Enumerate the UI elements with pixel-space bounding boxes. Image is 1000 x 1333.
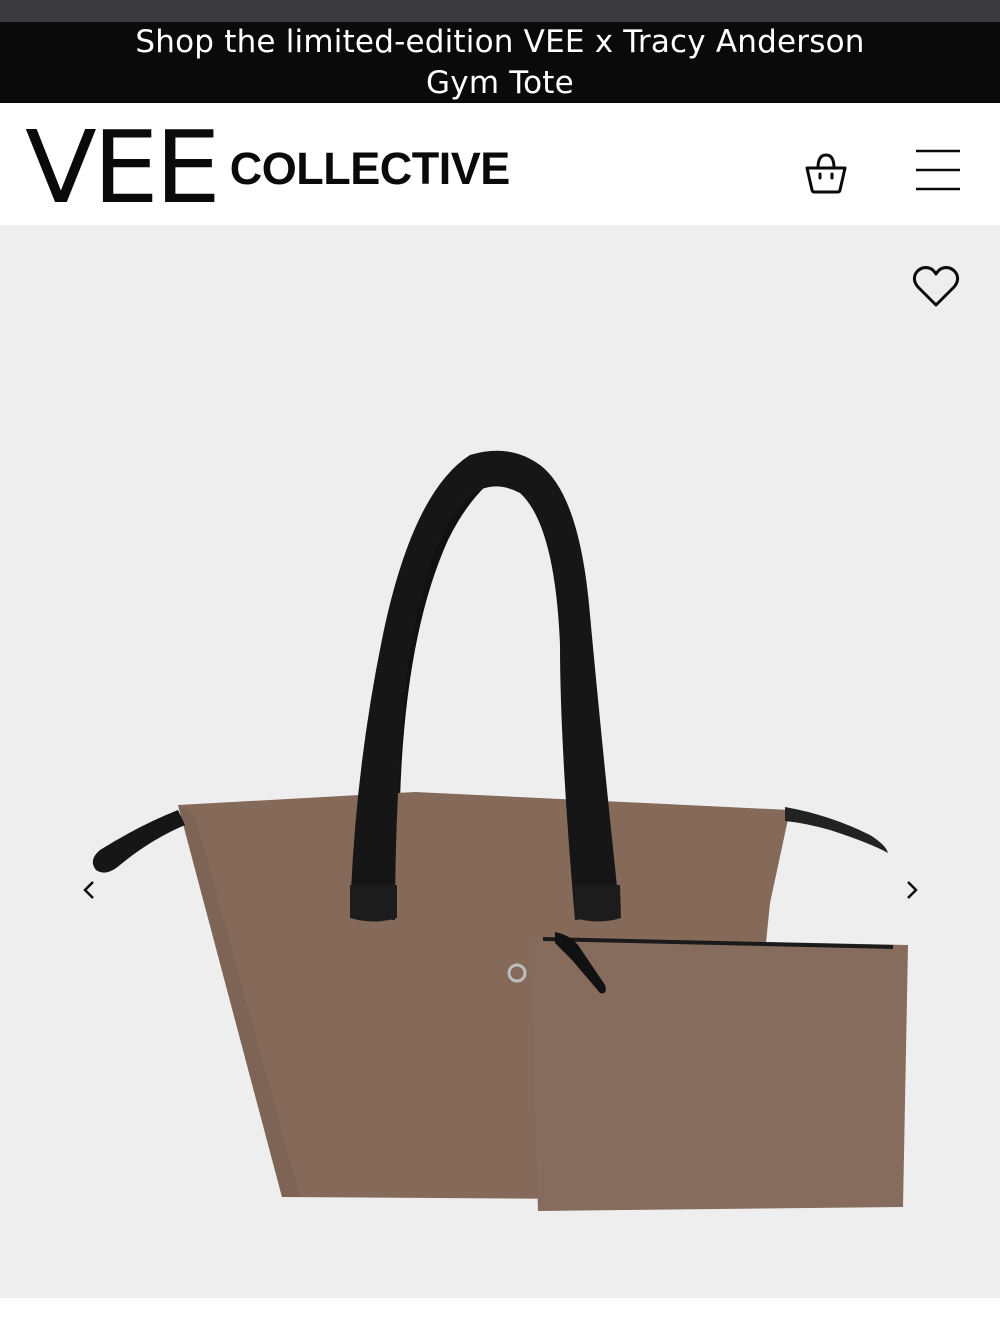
product-image[interactable] [0, 225, 1000, 1298]
logo-primary: VEE [25, 109, 221, 226]
promo-link[interactable]: Shop the limited-edition VEE x Tracy And… [110, 22, 890, 104]
promo-banner[interactable]: Shop the limited-edition VEE x Tracy And… [0, 22, 1000, 103]
logo-secondary: COLLECTIVE [229, 143, 511, 194]
chevron-right-icon [907, 881, 918, 899]
product-image-gallery[interactable] [0, 225, 1000, 1298]
site-header: VEE COLLECTIVE [0, 103, 1000, 225]
menu-button[interactable] [912, 147, 964, 193]
cart-button[interactable] [798, 143, 854, 199]
shopping-bag-icon [805, 153, 847, 194]
wishlist-button[interactable] [910, 263, 962, 311]
heart-icon [912, 266, 960, 307]
previous-image-button[interactable] [74, 870, 104, 910]
hamburger-menu-icon [916, 149, 960, 191]
product-details-area [0, 1298, 1000, 1333]
brand-logo[interactable]: VEE COLLECTIVE [25, 109, 511, 226]
next-image-button[interactable] [897, 870, 927, 910]
chevron-left-icon [83, 881, 94, 899]
status-bar [0, 0, 1000, 22]
